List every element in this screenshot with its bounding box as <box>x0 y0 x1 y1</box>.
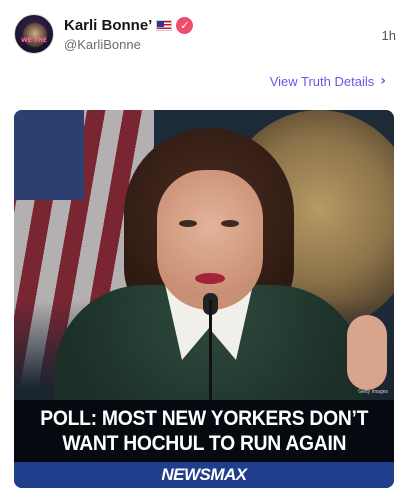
newsmax-logo: NEWSMAX <box>161 465 247 484</box>
speaker-hand <box>347 315 387 390</box>
view-truth-details-link[interactable]: View Truth Details › <box>270 73 386 89</box>
display-name[interactable]: Karli Bonne’ <box>64 17 152 34</box>
headline-banner: POLL: MOST NEW YORKERS DON’T WANT HOCHUL… <box>14 400 394 462</box>
author-block: Karli Bonne’ ✓ @KarliBonne <box>64 14 194 52</box>
us-flag-icon <box>156 19 173 31</box>
photo-credit: Getty Images <box>358 389 388 395</box>
newsmax-brand-bar: NEWSMAX <box>14 462 394 488</box>
speaker-face <box>157 170 263 310</box>
headline-line-2: WANT HOCHUL TO RUN AGAIN <box>62 432 346 455</box>
avatar[interactable]: WE THE <box>14 14 54 54</box>
microphone-stand <box>209 300 212 400</box>
speaker-photo <box>14 110 394 415</box>
name-row: Karli Bonne’ ✓ <box>64 14 194 36</box>
user-handle[interactable]: @KarliBonne <box>64 37 193 52</box>
verified-badge-icon: ✓ <box>176 16 194 34</box>
post-header: WE THE Karli Bonne’ ✓ @KarliBonne 1h <box>14 14 396 58</box>
headline-line-1: POLL: MOST NEW YORKERS DON’T <box>40 407 368 430</box>
post-timestamp[interactable]: 1h <box>382 28 396 43</box>
avatar-text: WE THE <box>20 37 48 44</box>
post-media-image[interactable]: Getty Images POLL: MOST NEW YORKERS DON’… <box>14 110 394 488</box>
chevron-right-icon: › <box>380 73 386 89</box>
view-truth-details-label: View Truth Details <box>269 73 375 89</box>
